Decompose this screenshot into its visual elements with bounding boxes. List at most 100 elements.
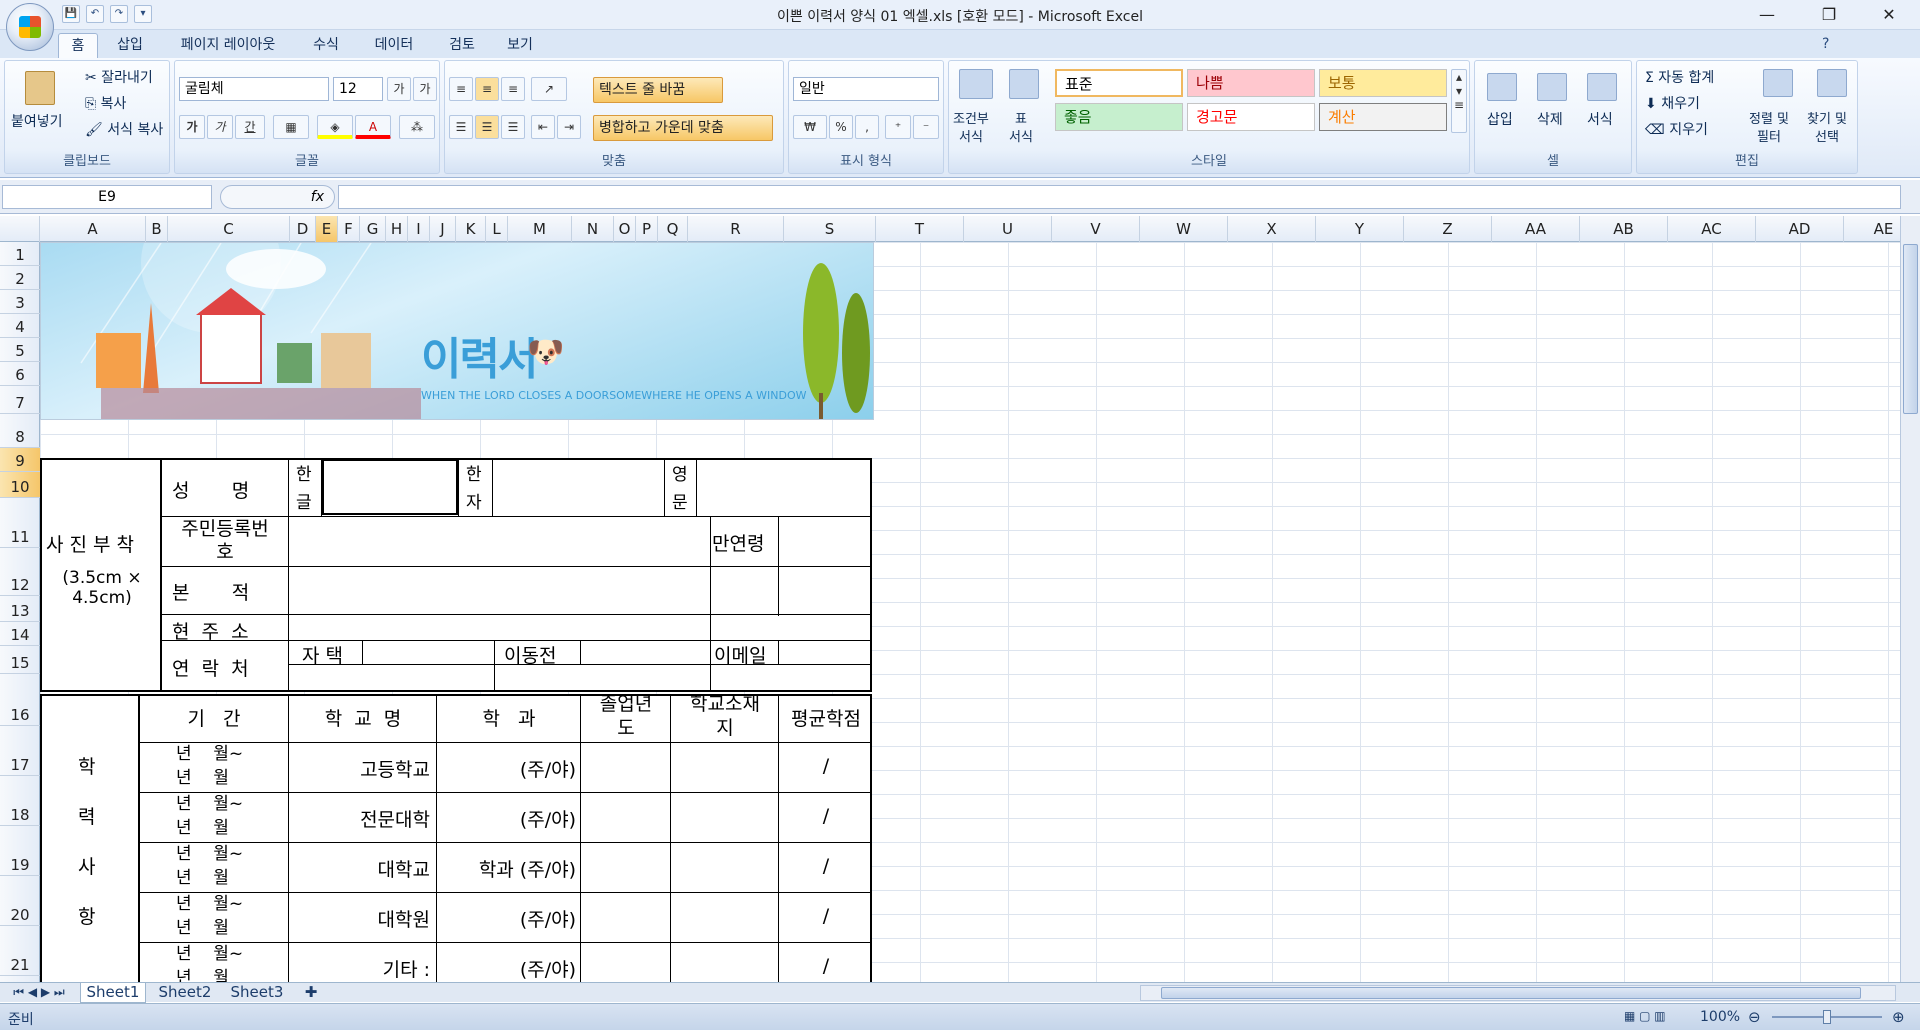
- tab-page-layout[interactable]: 페이지 레이아웃: [166, 33, 290, 58]
- align-middle-button[interactable]: ≡: [475, 77, 499, 101]
- number-format-select[interactable]: 일반: [793, 77, 939, 101]
- column-header-AC[interactable]: AC: [1668, 216, 1756, 242]
- column-header-AB[interactable]: AB: [1580, 216, 1668, 242]
- zoom-in-icon[interactable]: ⊕: [1892, 1008, 1905, 1026]
- selected-cell-E9[interactable]: [322, 459, 458, 515]
- restore-button[interactable]: ❐: [1806, 2, 1852, 28]
- column-header-R[interactable]: R: [688, 216, 784, 242]
- cell-area[interactable]: 이력서 🐶 WHEN THE LORD CLOSES A DOORSOMEWHE…: [40, 242, 1900, 982]
- format-table-button[interactable]: 표 서식: [1009, 111, 1033, 147]
- tab-data[interactable]: 데이터: [362, 33, 426, 58]
- column-header-I[interactable]: I: [408, 216, 430, 242]
- sheet-tab-2[interactable]: Sheet2: [152, 983, 218, 1003]
- conditional-format-button[interactable]: 조건부 서식: [953, 111, 989, 147]
- vertical-scrollbar[interactable]: [1900, 216, 1920, 982]
- column-header-O[interactable]: O: [614, 216, 636, 242]
- phonetic-button[interactable]: ⁂: [399, 115, 435, 139]
- decrease-decimal-button[interactable]: ⁻: [913, 115, 939, 139]
- clear-button[interactable]: ⌫ 지우기: [1645, 121, 1708, 139]
- underline-button[interactable]: 간: [235, 115, 265, 139]
- formula-input[interactable]: [338, 185, 1901, 209]
- column-header-Z[interactable]: Z: [1404, 216, 1492, 242]
- row-header-21[interactable]: 21: [0, 926, 40, 976]
- row-header-20[interactable]: 20: [0, 876, 40, 926]
- row-header-18[interactable]: 18: [0, 776, 40, 826]
- align-bottom-button[interactable]: ≡: [501, 77, 525, 101]
- row-header-2[interactable]: 2: [0, 266, 40, 290]
- font-size-select[interactable]: 12: [333, 77, 383, 101]
- shrink-font-button[interactable]: 가: [413, 77, 437, 101]
- column-header-V[interactable]: V: [1052, 216, 1140, 242]
- tab-review[interactable]: 검토: [438, 33, 486, 58]
- column-header-M[interactable]: M: [508, 216, 572, 242]
- sheet-tab-3[interactable]: Sheet3: [224, 983, 290, 1003]
- column-header-K[interactable]: K: [456, 216, 486, 242]
- row-header-14[interactable]: 14: [0, 622, 40, 646]
- sheet-tab-1[interactable]: Sheet1: [80, 983, 146, 1003]
- horizontal-scroll-thumb[interactable]: [1161, 987, 1861, 999]
- zoom-slider[interactable]: [1772, 1010, 1882, 1024]
- tab-home[interactable]: 홈: [58, 33, 98, 58]
- insert-cells-button[interactable]: 삽입: [1487, 111, 1513, 129]
- insert-sheet-icon[interactable]: ✚: [296, 983, 326, 1003]
- fill-color-button[interactable]: ◈: [317, 115, 353, 139]
- increase-decimal-button[interactable]: ⁺: [885, 115, 911, 139]
- vertical-scroll-thumb[interactable]: [1903, 244, 1918, 414]
- currency-button[interactable]: ₩: [793, 115, 827, 139]
- column-header-L[interactable]: L: [486, 216, 508, 242]
- row-header-5[interactable]: 5: [0, 338, 40, 362]
- grow-font-button[interactable]: 가: [387, 77, 411, 101]
- column-header-E[interactable]: E: [316, 216, 338, 242]
- column-header-U[interactable]: U: [964, 216, 1052, 242]
- styles-scroll[interactable]: ▴ ▾ ≡: [1451, 69, 1467, 133]
- style-warning[interactable]: 경고문: [1187, 103, 1315, 131]
- find-select-button[interactable]: 찾기 및 선택: [1807, 111, 1847, 147]
- sheet-nav-buttons[interactable]: ⏮ ◀ ▶ ⏭: [4, 983, 74, 1003]
- style-calculation[interactable]: 계산: [1319, 103, 1447, 131]
- wrap-text-button[interactable]: 텍스트 줄 바꿈: [593, 77, 723, 103]
- delete-cells-button[interactable]: 삭제: [1537, 111, 1563, 129]
- select-all-corner[interactable]: [0, 216, 40, 242]
- minimize-button[interactable]: —: [1744, 2, 1790, 28]
- font-color-button[interactable]: A: [355, 115, 391, 139]
- orientation-button[interactable]: ↗: [531, 77, 567, 101]
- zoom-slider-thumb[interactable]: [1823, 1010, 1831, 1024]
- column-header-Q[interactable]: Q: [658, 216, 688, 242]
- column-header-D[interactable]: D: [290, 216, 316, 242]
- sort-filter-button[interactable]: 정렬 및 필터: [1749, 111, 1789, 147]
- row-header-9[interactable]: 9: [0, 448, 40, 472]
- align-top-button[interactable]: ≡: [449, 77, 473, 101]
- align-center-button[interactable]: ☰: [475, 115, 499, 139]
- row-header-7[interactable]: 7: [0, 386, 40, 414]
- row-header-15[interactable]: 15: [0, 646, 40, 674]
- insert-function-button[interactable]: fx: [220, 185, 335, 209]
- align-right-button[interactable]: ☰: [501, 115, 525, 139]
- horizontal-scrollbar[interactable]: [1140, 985, 1896, 1001]
- name-box[interactable]: E9: [2, 185, 212, 209]
- column-header-X[interactable]: X: [1228, 216, 1316, 242]
- font-name-select[interactable]: 굴림체: [179, 77, 329, 101]
- zoom-out-icon[interactable]: ⊖: [1748, 1008, 1761, 1026]
- row-header-8[interactable]: 8: [0, 414, 40, 448]
- paste-button[interactable]: 붙여넣기: [11, 113, 63, 131]
- copy-button[interactable]: ⎘ 복사: [85, 95, 126, 113]
- row-header-3[interactable]: 3: [0, 290, 40, 314]
- row-header-12[interactable]: 12: [0, 548, 40, 596]
- column-header-Y[interactable]: Y: [1316, 216, 1404, 242]
- format-cells-button[interactable]: 서식: [1587, 111, 1613, 129]
- style-good[interactable]: 좋음: [1055, 103, 1183, 131]
- column-header-N[interactable]: N: [572, 216, 614, 242]
- column-header-AD[interactable]: AD: [1756, 216, 1844, 242]
- tab-insert[interactable]: 삽입: [106, 33, 154, 58]
- help-icon[interactable]: ?: [1822, 36, 1829, 52]
- row-header-11[interactable]: 11: [0, 498, 40, 548]
- zoom-level[interactable]: 100%: [1700, 1009, 1740, 1025]
- column-header-F[interactable]: F: [338, 216, 360, 242]
- style-normal[interactable]: 표준: [1055, 69, 1183, 97]
- row-header-19[interactable]: 19: [0, 826, 40, 876]
- office-button[interactable]: [6, 3, 54, 51]
- column-header-B[interactable]: B: [146, 216, 168, 242]
- row-header-1[interactable]: 1: [0, 242, 40, 266]
- column-header-J[interactable]: J: [430, 216, 456, 242]
- border-button[interactable]: ▦: [273, 115, 309, 139]
